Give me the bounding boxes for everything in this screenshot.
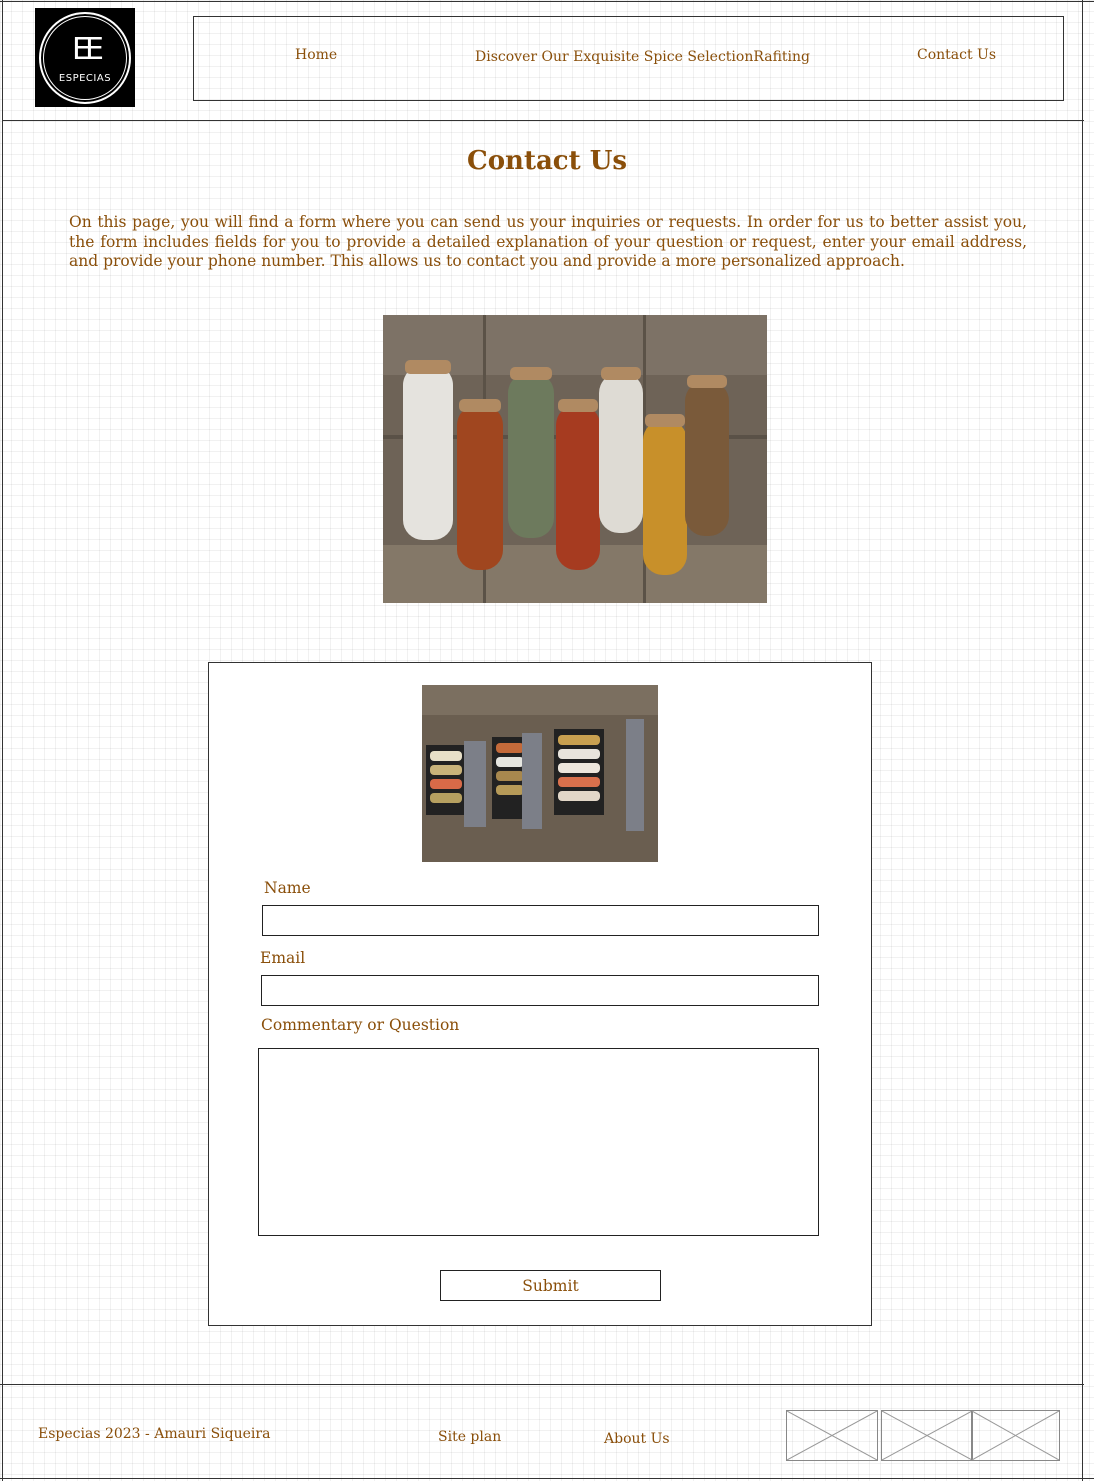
logo-text: ESPECIAS: [58, 73, 112, 84]
submit-button[interactable]: Submit: [440, 1270, 661, 1301]
placeholder-cross-icon: [881, 1410, 973, 1461]
page-border-right: [1082, 0, 1084, 1481]
spice-box-photo: [422, 685, 658, 862]
social-icon-placeholder-3[interactable]: [971, 1410, 1060, 1461]
footer-site-plan-link[interactable]: Site plan: [438, 1429, 501, 1445]
placeholder-cross-icon: [971, 1410, 1060, 1461]
page-title: Contact Us: [467, 146, 627, 176]
nav-home[interactable]: Home: [295, 47, 337, 63]
page-border-top: [0, 1, 1094, 3]
comment-textarea[interactable]: [258, 1048, 819, 1236]
nav-spice-selection[interactable]: Discover Our Exquisite Spice SelectionRa…: [475, 49, 810, 65]
social-icon-placeholder-1[interactable]: [786, 1410, 878, 1461]
page-border-bottom: [0, 1478, 1094, 1480]
footer-about-link[interactable]: About Us: [604, 1431, 670, 1447]
email-label: Email: [260, 949, 306, 967]
logo-ring: EE ESPECIAS: [39, 11, 131, 104]
comment-label: Commentary or Question: [261, 1016, 460, 1034]
social-icon-placeholder-2[interactable]: [881, 1410, 973, 1461]
intro-paragraph: On this page, you will find a form where…: [69, 213, 1027, 270]
footer-divider: [0, 1384, 1084, 1385]
name-label: Name: [264, 879, 311, 897]
footer-copyright: Especias 2023 - Amauri Siqueira: [38, 1426, 271, 1442]
placeholder-cross-icon: [786, 1410, 878, 1461]
page-border-left: [2, 0, 4, 1481]
name-input[interactable]: [262, 905, 819, 936]
nav-contact-us[interactable]: Contact Us: [917, 47, 996, 63]
email-input[interactable]: [261, 975, 819, 1006]
spice-jars-photo: [383, 315, 767, 603]
logo-mark: EE: [72, 32, 104, 67]
brand-logo[interactable]: EE ESPECIAS: [35, 8, 135, 107]
header-divider: [2, 120, 1084, 121]
